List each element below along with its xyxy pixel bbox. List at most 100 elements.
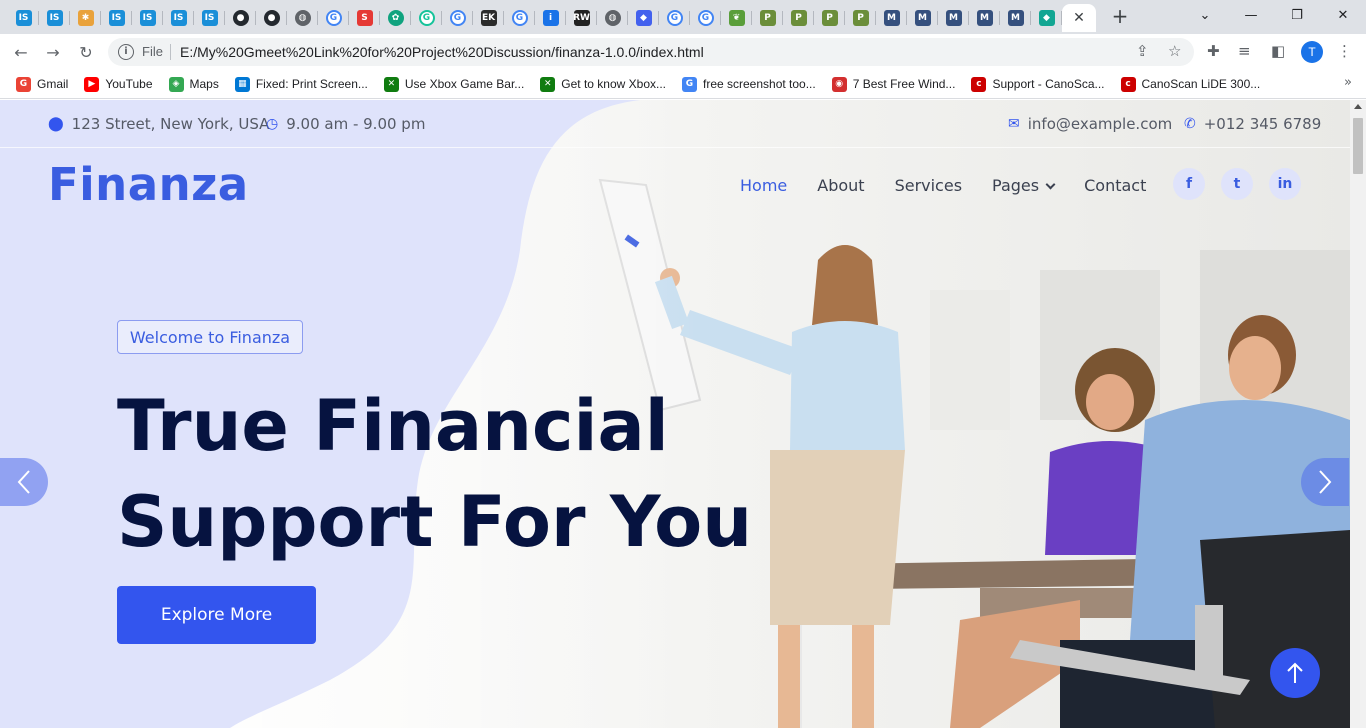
browser-tab[interactable]: P	[845, 4, 876, 32]
bookmark-item[interactable]: ▦ Fixed: Print Screen...	[234, 75, 368, 93]
extensions-icon[interactable]: ✚	[1207, 42, 1220, 60]
nav-link-contact[interactable]: Contact	[1084, 176, 1146, 195]
browser-tab[interactable]: P	[814, 4, 845, 32]
map-marker-icon: ⬤	[48, 116, 64, 132]
site-info-icon[interactable]: i	[118, 44, 134, 60]
main-nav: Home About Services Pages Contact	[740, 176, 1176, 195]
restore-button[interactable]: ❐	[1274, 0, 1320, 30]
browser-tab[interactable]: ◍	[287, 4, 318, 32]
side-panel-icon[interactable]: ◧	[1271, 42, 1285, 60]
facebook-icon[interactable]: f	[1173, 168, 1205, 200]
nav-link-about[interactable]: About	[817, 176, 864, 195]
is-icon: IS	[108, 10, 125, 26]
page-scrollbar[interactable]	[1350, 100, 1366, 728]
bookmark-star-icon[interactable]: ☆	[1168, 42, 1181, 60]
browser-tab[interactable]: M	[907, 4, 938, 32]
browser-tab[interactable]: M	[938, 4, 969, 32]
bookmark-item[interactable]: c Support - CanoSca...	[971, 75, 1105, 93]
bookmark-item[interactable]: G Gmail	[16, 75, 68, 93]
browser-tab[interactable]: ❦	[721, 4, 752, 32]
browser-tab[interactable]: ✱	[70, 4, 101, 32]
url-divider	[170, 44, 171, 60]
share-icon[interactable]: ⇪	[1136, 42, 1149, 60]
scroll-up-arrow-icon[interactable]	[1354, 104, 1362, 109]
carousel-prev-button[interactable]	[0, 458, 48, 506]
browser-tab[interactable]: G	[690, 4, 721, 32]
browser-tab[interactable]: G	[659, 4, 690, 32]
browser-tab[interactable]: IS	[132, 4, 163, 32]
bookmark-item[interactable]: c CanoScan LiDE 300...	[1120, 75, 1260, 93]
bookmark-item[interactable]: ✕ Use Xbox Game Bar...	[383, 75, 524, 93]
browser-tab[interactable]: EK	[473, 4, 504, 32]
browser-tab[interactable]: P	[783, 4, 814, 32]
browser-tab[interactable]: IS	[39, 4, 70, 32]
media-icon[interactable]: ≡	[1238, 42, 1251, 60]
bookmarks-overflow-icon[interactable]: »	[1344, 75, 1352, 90]
back-to-top-button[interactable]	[1270, 648, 1320, 698]
browser-tab[interactable]: RW	[566, 4, 597, 32]
bookmark-label: Fixed: Print Screen...	[255, 77, 368, 91]
browser-tab[interactable]: i	[535, 4, 566, 32]
browser-tab[interactable]: S	[349, 4, 380, 32]
headline-line-1: True Financial	[117, 385, 669, 467]
close-window-button[interactable]: ✕	[1320, 0, 1366, 30]
browser-tab[interactable]: M	[969, 4, 1000, 32]
nav-link-pages[interactable]: Pages	[992, 176, 1056, 195]
nav-link-home[interactable]: Home	[740, 176, 787, 195]
browser-tab[interactable]: IS	[8, 4, 39, 32]
browser-tab[interactable]: IS	[101, 4, 132, 32]
browser-tab[interactable]: M	[1000, 4, 1031, 32]
browser-tab-active[interactable]: ✕	[1062, 4, 1096, 32]
browser-tab[interactable]: ✿	[380, 4, 411, 32]
email-info[interactable]: ✉ info@example.com	[1008, 115, 1172, 133]
bookmark-item[interactable]: ✕ Get to know Xbox...	[540, 75, 666, 93]
browser-tab[interactable]: IS	[163, 4, 194, 32]
menu-icon[interactable]: ⋮	[1337, 42, 1352, 60]
bookmark-item[interactable]: ▶ YouTube	[84, 75, 153, 93]
arrow-up-icon	[1287, 662, 1303, 683]
chevron-down-icon	[1045, 179, 1056, 190]
scroll-thumb[interactable]	[1353, 118, 1363, 174]
carousel-next-button[interactable]	[1301, 458, 1349, 506]
browser-tab[interactable]: M	[876, 4, 907, 32]
phone-text[interactable]: +012 345 6789	[1204, 115, 1322, 133]
minimize-button[interactable]: —	[1228, 0, 1274, 30]
profile-avatar[interactable]: T	[1301, 41, 1323, 63]
phone-info[interactable]: ✆ +012 345 6789	[1184, 115, 1321, 133]
back-icon[interactable]: ←	[9, 40, 33, 64]
new-tab-button[interactable]: +	[1108, 4, 1132, 30]
url-scheme: File	[142, 44, 163, 59]
forward-icon[interactable]: →	[41, 40, 65, 64]
browser-tab[interactable]: ◆	[1031, 4, 1062, 32]
rw-icon: RW	[573, 10, 590, 26]
browser-tab[interactable]: ◍	[597, 4, 628, 32]
canon-icon: c	[971, 76, 987, 92]
explore-more-button[interactable]: Explore More	[117, 586, 316, 644]
browser-tab[interactable]: IS	[194, 4, 225, 32]
browser-tab[interactable]: ●	[256, 4, 287, 32]
hero-headline: True Financial Support For You	[117, 378, 757, 570]
trophy-icon: ◉	[831, 76, 847, 92]
welcome-badge: Welcome to Finanza	[117, 320, 303, 354]
nav-link-services[interactable]: Services	[895, 176, 962, 195]
reload-icon[interactable]: ↻	[74, 40, 98, 64]
address-bar[interactable]: i File E:/My%20Gmeet%20Link%20for%20Proj…	[108, 38, 1194, 66]
browser-tab[interactable]: G	[411, 4, 442, 32]
site-logo[interactable]: Finanza	[48, 158, 249, 211]
browser-tab[interactable]: G	[442, 4, 473, 32]
browser-tab[interactable]: G	[318, 4, 349, 32]
twitter-icon[interactable]: t	[1221, 168, 1253, 200]
browser-tab[interactable]: ◆	[628, 4, 659, 32]
browser-tab[interactable]: P	[752, 4, 783, 32]
tab-search-icon[interactable]: ⌄	[1182, 0, 1228, 30]
bookmark-item[interactable]: ◈ Maps	[168, 75, 219, 93]
url-text[interactable]: E:/My%20Gmeet%20Link%20for%20Project%20D…	[180, 44, 704, 60]
close-tab-icon[interactable]: ✕	[1073, 10, 1085, 26]
browser-tab[interactable]: ●	[225, 4, 256, 32]
bookmark-item[interactable]: ◉ 7 Best Free Wind...	[831, 75, 955, 93]
m-icon: M	[914, 10, 931, 26]
email-text[interactable]: info@example.com	[1028, 115, 1173, 133]
browser-tab[interactable]: G	[504, 4, 535, 32]
linkedin-icon[interactable]: in	[1269, 168, 1301, 200]
bookmark-item[interactable]: Gfree screenshot too...	[682, 75, 816, 93]
